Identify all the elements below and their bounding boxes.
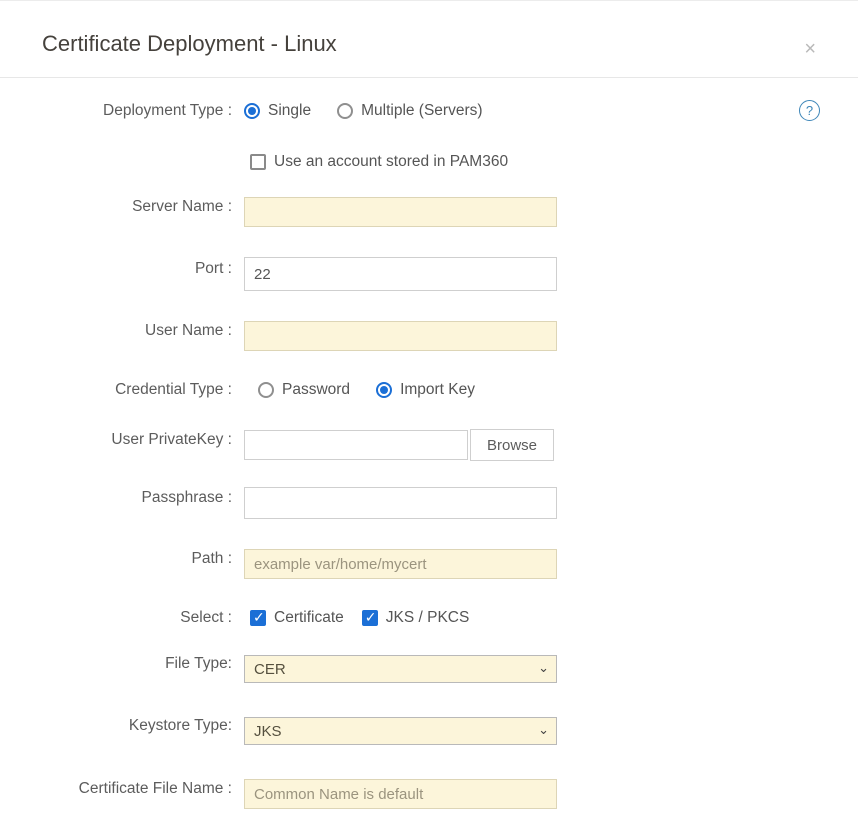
certificate-file-name-input[interactable] — [244, 779, 557, 809]
jks-pkcs-checkbox-icon[interactable] — [362, 610, 378, 626]
user-name-input[interactable] — [244, 321, 557, 351]
user-private-key-row: User PrivateKey : Browse — [0, 429, 858, 461]
close-icon[interactable]: × — [804, 41, 816, 57]
certificate-checkbox[interactable]: Certificate — [250, 609, 344, 627]
path-input[interactable] — [244, 549, 557, 579]
deployment-type-multiple-radio[interactable]: Multiple (Servers) — [337, 102, 482, 120]
user-private-key-label: User PrivateKey : — [0, 431, 232, 449]
jks-pkcs-checkbox[interactable]: JKS / PKCS — [362, 609, 470, 627]
select-outputs-label: Select : — [0, 609, 232, 627]
deployment-type-row: Deployment Type : Single Multiple (Serve… — [0, 100, 858, 121]
passphrase-row: Passphrase : — [0, 487, 858, 519]
credential-password-label: Password — [282, 381, 350, 399]
keystore-type-label: Keystore Type: — [0, 717, 232, 735]
credential-type-row: Credential Type : Password Import Key — [0, 381, 858, 399]
pam-account-row: Use an account stored in PAM360 — [0, 153, 858, 171]
deployment-type-single-radio[interactable]: Single — [244, 102, 311, 120]
file-type-select[interactable]: CER — [244, 655, 557, 683]
help-icon[interactable]: ? — [799, 100, 820, 121]
radio-single-icon[interactable] — [244, 103, 260, 119]
dialog-header: Certificate Deployment - Linux × — [0, 1, 858, 77]
port-label: Port : — [0, 260, 232, 278]
radio-multiple-icon[interactable] — [337, 103, 353, 119]
keystore-type-select[interactable]: JKS — [244, 717, 557, 745]
pam-account-checkbox[interactable]: Use an account stored in PAM360 — [250, 153, 508, 171]
passphrase-label: Passphrase : — [0, 489, 232, 507]
browse-button[interactable]: Browse — [470, 429, 554, 461]
credential-import-key-radio[interactable]: Import Key — [376, 381, 475, 399]
deployment-type-multiple-label: Multiple (Servers) — [361, 102, 482, 120]
port-row: Port : — [0, 257, 858, 291]
certificate-file-name-row: Certificate File Name : — [0, 779, 858, 809]
certificate-checkbox-icon[interactable] — [250, 610, 266, 626]
deployment-type-label: Deployment Type : — [0, 102, 232, 120]
radio-password-icon[interactable] — [258, 382, 274, 398]
select-outputs-row: Select : Certificate JKS / PKCS — [0, 609, 858, 627]
credential-password-radio[interactable]: Password — [258, 381, 350, 399]
server-name-input[interactable] — [244, 197, 557, 227]
credential-import-key-label: Import Key — [400, 381, 475, 399]
server-name-row: Server Name : — [0, 197, 858, 227]
certificate-deployment-form: Deployment Type : Single Multiple (Serve… — [0, 78, 858, 809]
user-name-row: User Name : — [0, 321, 858, 351]
radio-import-key-icon[interactable] — [376, 382, 392, 398]
passphrase-input[interactable] — [244, 487, 557, 519]
path-row: Path : — [0, 549, 858, 579]
port-input[interactable] — [244, 257, 557, 291]
certificate-checkbox-label: Certificate — [274, 609, 344, 627]
file-type-label: File Type: — [0, 655, 232, 673]
jks-pkcs-checkbox-label: JKS / PKCS — [386, 609, 470, 627]
path-label: Path : — [0, 550, 232, 568]
user-name-label: User Name : — [0, 322, 232, 340]
dialog-title: Certificate Deployment - Linux — [42, 31, 816, 57]
deployment-type-single-label: Single — [268, 102, 311, 120]
file-type-row: File Type: CER ⌄ — [0, 655, 858, 683]
credential-type-label: Credential Type : — [0, 381, 232, 399]
certificate-file-name-label: Certificate File Name : — [0, 780, 232, 798]
server-name-label: Server Name : — [0, 198, 232, 216]
pam-account-checkbox-icon[interactable] — [250, 154, 266, 170]
pam-account-label: Use an account stored in PAM360 — [274, 153, 508, 171]
user-private-key-input[interactable] — [244, 430, 468, 460]
keystore-type-row: Keystore Type: JKS ⌄ — [0, 717, 858, 745]
